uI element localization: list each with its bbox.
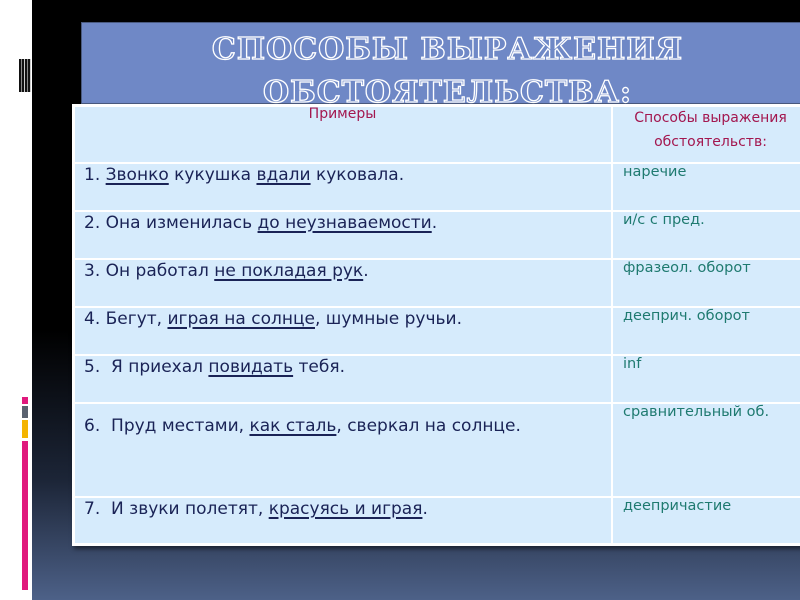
underlined-adverbial: не покладая рук — [214, 261, 364, 281]
example-cell: 5. Я приехал повидать тебя. — [72, 354, 613, 404]
decorative-bar-pink-long — [22, 441, 28, 590]
decorative-bar-yellow — [22, 420, 28, 438]
underlined-adverbial: до неузнаваемости — [257, 213, 432, 233]
expression-type-cell: фразеол. оборот — [611, 258, 800, 308]
barcode-decoration — [19, 59, 31, 92]
table-row: 4. Бегут, играя на солнце, шумные ручьи.… — [72, 306, 800, 356]
table-row: 5. Я приехал повидать тебя. inf — [72, 354, 800, 404]
example-number: 1. — [84, 165, 101, 185]
sentence-text: кукушка — [168, 165, 257, 185]
table-row: 6. Пруд местами, как сталь, сверкал на с… — [72, 402, 800, 498]
example-number: 7. — [84, 499, 101, 519]
sentence-text: , шумные ручьи. — [314, 309, 462, 329]
underlined-adverbial: как сталь — [249, 416, 337, 436]
sentence-text: Бегут, — [100, 309, 168, 329]
slide-background: СПОСОБЫ ВЫРАЖЕНИЯ ОБСТОЯТЕЛЬСТВА: Примеры… — [32, 0, 800, 600]
example-cell: 7. И звуки полетят, красуясь и играя. — [72, 496, 613, 546]
example-number: 4. — [84, 309, 101, 329]
example-cell: 2. Она изменилась до неузнаваемости. — [72, 210, 613, 260]
expression-type-cell: и/с с пред. — [611, 210, 800, 260]
decorative-bar-pink-small — [22, 397, 28, 404]
table-row: 1. Звонко кукушка вдали куковала. наречие — [72, 162, 800, 212]
example-cell: 6. Пруд местами, как сталь, сверкал на с… — [72, 402, 613, 498]
sentence-text: куковала. — [310, 165, 405, 185]
sentence-text: . — [431, 213, 438, 233]
example-cell: 3. Он работал не покладая рук. — [72, 258, 613, 308]
example-number: 5. — [84, 357, 101, 377]
underlined-adverbial: повидать — [208, 357, 294, 377]
sentence-text: Пруд местами, — [100, 416, 250, 436]
expression-type-cell: inf — [611, 354, 800, 404]
expression-type-cell: дееприч. оборот — [611, 306, 800, 356]
sentence-text: Он работал — [100, 261, 215, 281]
example-cell: 4. Бегут, играя на солнце, шумные ручьи. — [72, 306, 613, 356]
table-row: 7. И звуки полетят, красуясь и играя. дее… — [72, 496, 800, 546]
expression-type-cell: сравнительный об. — [611, 402, 800, 498]
expression-type-cell: деепричастие — [611, 496, 800, 546]
underlined-adverbial: красуясь и играя — [268, 499, 423, 519]
table-header-row: Примеры Способы выражения обстоятельств: — [72, 104, 800, 164]
underlined-adverbial: вдали — [256, 165, 311, 185]
title-line-2: ОБСТОЯТЕЛЬСТВА: — [262, 74, 633, 104]
decorative-bar-gray — [22, 406, 28, 418]
table-row: 3. Он работал не покладая рук. фразеол. о… — [72, 258, 800, 308]
sentence-text: И звуки полетят, — [100, 499, 269, 519]
examples-table: Примеры Способы выражения обстоятельств:… — [72, 104, 800, 546]
underlined-adverbial: Звонко — [105, 165, 169, 185]
title-line-1: СПОСОБЫ ВЫРАЖЕНИЯ — [211, 31, 684, 67]
sentence-text: . — [422, 499, 428, 519]
example-cell: 1. Звонко кукушка вдали куковала. — [72, 162, 613, 212]
example-number: 3. — [84, 261, 101, 281]
example-number: 6. — [84, 416, 101, 436]
table-row: 2. Она изменилась до неузнаваемости. и/с … — [72, 210, 800, 260]
header-ways: Способы выражения обстоятельств: — [611, 104, 800, 164]
expression-type-cell: наречие — [611, 162, 800, 212]
sentence-text: Я приехал — [100, 357, 209, 377]
underlined-adverbial: играя на солнце — [167, 309, 315, 329]
header-examples: Примеры — [72, 104, 613, 164]
sentence-text: Она изменилась — [100, 213, 258, 233]
slide-title: СПОСОБЫ ВЫРАЖЕНИЯ ОБСТОЯТЕЛЬСТВА: — [81, 28, 800, 104]
sentence-text: тебя. — [293, 357, 346, 377]
sentence-text: , сверкал на солнце. — [336, 416, 521, 436]
sentence-text: . — [363, 261, 369, 281]
title-area: СПОСОБЫ ВЫРАЖЕНИЯ ОБСТОЯТЕЛЬСТВА: — [32, 0, 800, 104]
example-number: 2. — [84, 213, 101, 233]
